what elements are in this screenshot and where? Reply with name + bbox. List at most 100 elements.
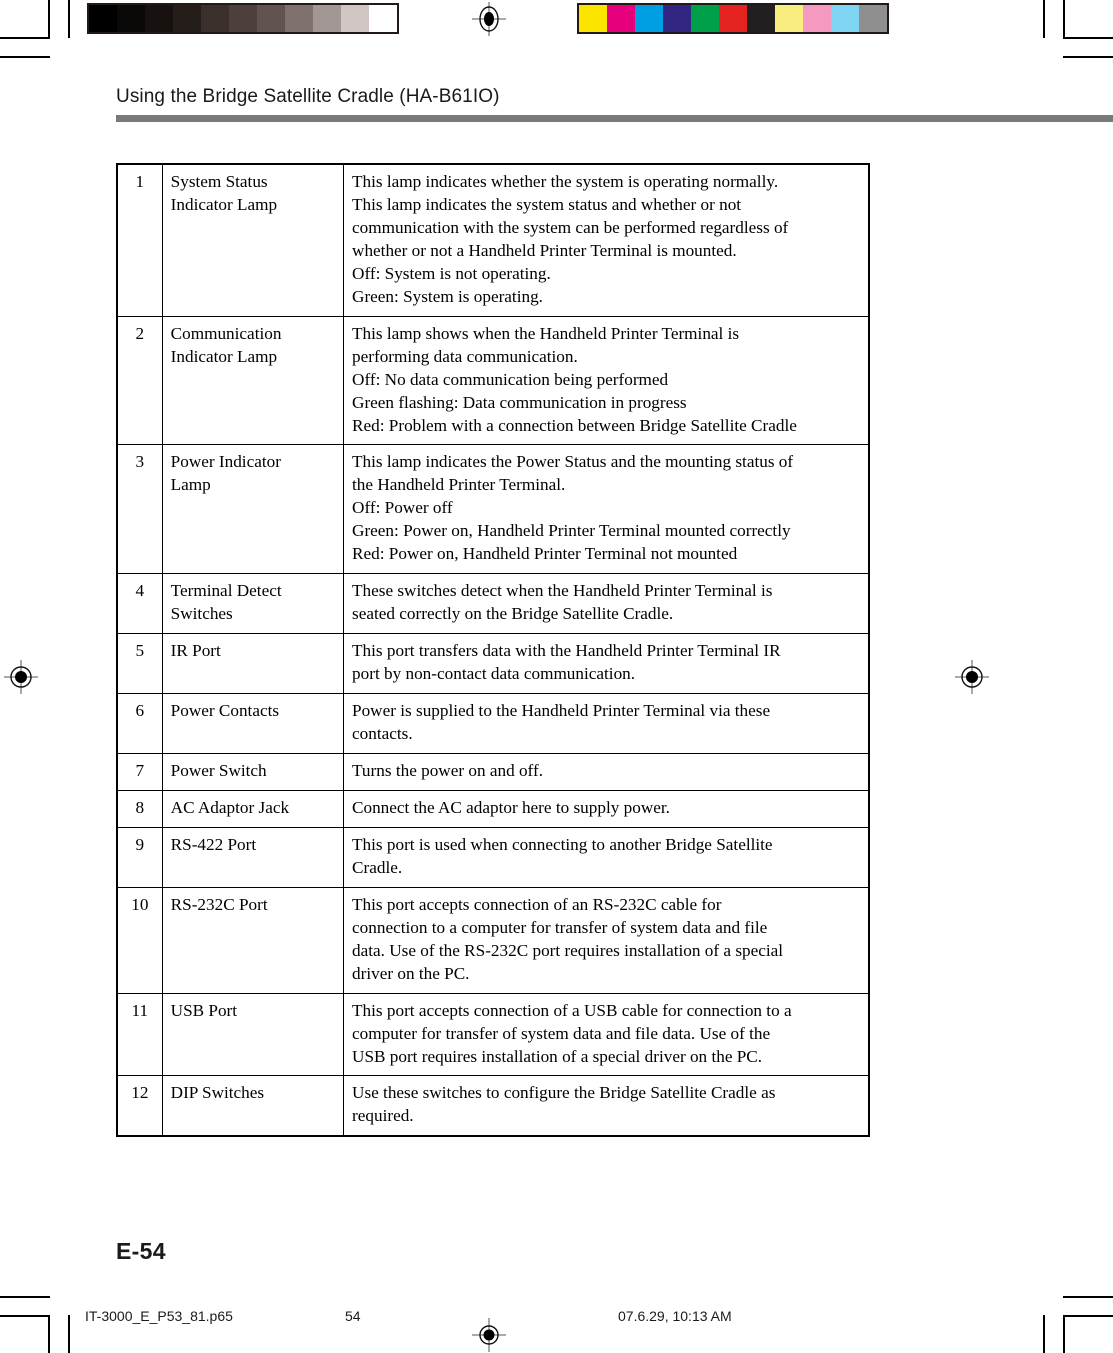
component-description-cell: This port is used when connecting to ano… [343, 826, 870, 888]
component-description-line: This port accepts connection of a USB ca… [352, 1000, 792, 1020]
component-description-line: seated correctly on the Bridge Satellite… [352, 604, 674, 624]
row-number-cell: 9 [116, 826, 163, 888]
table-row: 9 RS-422 Port This port is used when conne… [116, 826, 870, 888]
component-name-line: USB Port [170, 1000, 238, 1020]
table-row: 12 DIP Switches Use these switches to conf… [116, 1075, 870, 1137]
specification-table-body: 1 System Status Indicator Lamp This lamp in… [116, 163, 870, 1137]
component-name-line: RS-422 Port [170, 834, 257, 854]
component-name-cell: Communication Indicator Lamp [161, 315, 345, 446]
component-description-cell: Connect the AC adaptor here to supply po… [343, 789, 870, 828]
component-description-line: Green flashing: Data communication in pr… [352, 392, 687, 412]
component-description-line: Off: Power off [352, 498, 453, 518]
component-name-line: Lamp [170, 475, 211, 495]
component-description-cell: Use these switches to configure the Brid… [343, 1075, 870, 1137]
row-number-cell: 6 [116, 693, 163, 754]
table-row: 6 Power Contacts Power is supplied to the … [116, 693, 870, 754]
component-description-cell: This port accepts connection of a USB ca… [343, 992, 870, 1077]
component-description-line: computer for transfer of system data and… [352, 1023, 771, 1043]
component-description-line: the Handheld Printer Terminal. [352, 475, 566, 495]
row-number-cell: 5 [116, 633, 163, 695]
component-description-cell: This port accepts connection of an RS-23… [343, 886, 870, 994]
component-description-cell: This lamp indicates whether the system i… [343, 163, 870, 317]
row-number-cell: 12 [116, 1075, 163, 1137]
component-description-line: Red: Power on, Handheld Printer Terminal… [352, 544, 738, 564]
row-number-cell: 2 [116, 315, 163, 446]
component-name-line: Power Switch [170, 760, 267, 780]
component-description-line: performing data communication. [352, 346, 578, 366]
component-name-cell: Power Switch [161, 752, 345, 791]
section-header: Using the Bridge Satellite Cradle (HA-B6… [116, 86, 1113, 122]
component-name-cell: Power Contacts [161, 693, 345, 754]
component-name-cell: Terminal Detect Switches [161, 573, 345, 635]
component-description-cell: This lamp indicates the Power Status and… [343, 444, 870, 575]
component-description-line: Off: System is not operating. [352, 263, 551, 283]
component-name-line: Switches [170, 604, 233, 624]
table-row: 11 USB Port This port accepts connection o… [116, 992, 870, 1077]
footer-timestamp: 07.6.29, 10:13 AM [618, 1308, 732, 1324]
component-name-line: Power Contacts [170, 701, 280, 721]
table-row: 4 Terminal Detect Switches These switches d… [116, 573, 870, 635]
component-name-cell: RS-232C Port [161, 886, 345, 994]
component-description-line: data. Use of the RS-232C port requires i… [352, 940, 784, 960]
row-number-cell: 11 [116, 992, 163, 1077]
component-description-cell: This port transfers data with the Handhe… [343, 633, 870, 695]
component-name-cell: RS-422 Port [161, 826, 345, 888]
component-description-line: These switches detect when the Handheld … [352, 581, 773, 601]
table-row: 7 Power Switch Turns the power on and off. [116, 752, 870, 791]
component-description-cell: These switches detect when the Handheld … [343, 573, 870, 635]
component-name-line: Terminal Detect [170, 581, 282, 601]
component-description-cell: Turns the power on and off. [343, 752, 870, 791]
component-name-cell: System Status Indicator Lamp [161, 163, 345, 317]
component-description-line: whether or not a Handheld Printer Termin… [352, 240, 737, 260]
component-name-line: DIP Switches [170, 1083, 265, 1103]
component-description-line: driver on the PC. [352, 963, 470, 983]
row-number-cell: 3 [116, 444, 163, 575]
component-name-cell: Power Indicator Lamp [161, 444, 345, 575]
component-description-cell: Power is supplied to the Handheld Printe… [343, 693, 870, 754]
component-description-line: Cradle. [352, 857, 403, 877]
page-label: E-54 [116, 1238, 166, 1264]
component-description-line: This lamp shows when the Handheld Printe… [352, 323, 740, 343]
component-name-cell: USB Port [161, 992, 345, 1077]
row-number-cell: 10 [116, 886, 163, 994]
table-row: 8 AC Adaptor Jack Connect the AC adaptor h… [116, 789, 870, 828]
component-description-line: This lamp indicates the system status an… [352, 194, 742, 214]
row-number-cell: 4 [116, 573, 163, 635]
component-description-line: This lamp indicates the Power Status and… [352, 452, 794, 472]
component-description-line: Turns the power on and off. [352, 760, 543, 780]
component-description-line: required. [352, 1106, 414, 1126]
component-description-line: connection to a computer for transfer of… [352, 917, 768, 937]
component-description-line: USB port requires installation of a spec… [352, 1046, 763, 1066]
component-description-cell: This lamp shows when the Handheld Printe… [343, 315, 870, 446]
component-description-line: Red: Problem with a connection between B… [352, 415, 797, 435]
page-title: Using the Bridge Satellite Cradle (HA-B6… [116, 86, 500, 107]
component-description-line: contacts. [352, 724, 413, 744]
table-row: 5 IR Port This port transfers data with th… [116, 633, 870, 695]
footer-page-number: 54 [345, 1308, 361, 1324]
table-row: 2 Communication Indicator Lamp This lamp sh… [116, 315, 870, 446]
component-name-line: IR Port [170, 641, 221, 661]
component-description-line: This port transfers data with the Handhe… [352, 641, 781, 661]
component-description-line: Off: No data communication being perform… [352, 369, 669, 389]
component-description-line: communication with the system can be per… [352, 217, 789, 237]
footer-filename: IT-3000_E_P53_81.p65 [85, 1308, 233, 1324]
component-description-line: This port is used when connecting to ano… [352, 834, 773, 854]
component-name-line: AC Adaptor Jack [170, 797, 290, 817]
header-rule [116, 115, 1113, 122]
component-name-line: Indicator Lamp [170, 346, 278, 366]
component-name-line: System Status [170, 172, 268, 191]
component-name-cell: AC Adaptor Jack [161, 789, 345, 828]
component-name-cell: IR Port [161, 633, 345, 695]
component-description-line: Use these switches to configure the Brid… [352, 1083, 776, 1103]
component-name-line: Power Indicator [170, 452, 281, 472]
component-name-cell: DIP Switches [161, 1075, 345, 1137]
table-row: 3 Power Indicator Lamp This lamp indicates … [116, 444, 870, 575]
specification-table: 1 System Status Indicator Lamp This lamp in… [116, 163, 870, 1138]
component-description-line: Connect the AC adaptor here to supply po… [352, 797, 670, 817]
component-description-line: This port accepts connection of an RS-23… [352, 894, 722, 914]
component-description-line: port by non-contact data communication. [352, 664, 636, 684]
document-page: Using the Bridge Satellite Cradle (HA-B6… [0, 0, 1113, 1353]
row-number-cell: 7 [116, 752, 163, 791]
component-name-line: RS-232C Port [170, 894, 268, 914]
component-description-line: This lamp indicates whether the system i… [352, 172, 779, 191]
